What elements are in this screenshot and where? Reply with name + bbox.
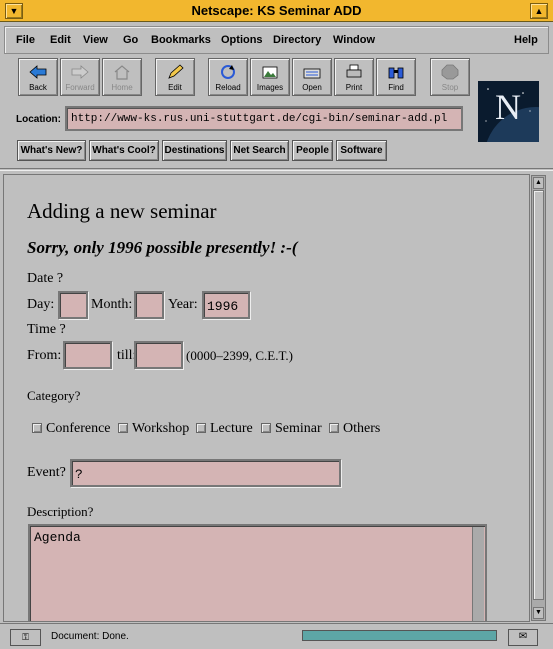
open-icon (293, 62, 331, 82)
back-button[interactable]: Back (18, 58, 58, 96)
home-icon (103, 62, 141, 82)
window-title-bar[interactable]: ▼ Netscape: KS Seminar ADD ▲ (0, 0, 553, 22)
forward-label: Forward (65, 83, 95, 92)
conference-label: Conference (46, 421, 111, 436)
conference-checkbox[interactable] (32, 423, 42, 433)
menu-bar: File Edit View Go Bookmarks Options Dire… (4, 26, 549, 54)
till-time-input[interactable] (134, 341, 183, 369)
location-url-field[interactable]: http://www-ks.rus.uni-stuttgart.de/cgi-b… (65, 106, 463, 131)
images-icon (251, 62, 289, 82)
menu-edit[interactable]: Edit (50, 34, 71, 46)
software-button[interactable]: Software (336, 140, 387, 161)
description-text: Agenda (34, 530, 81, 545)
location-label: Location: (16, 114, 61, 125)
stop-label: Stop (441, 83, 459, 92)
security-key-icon[interactable]: ⚿ (10, 629, 41, 646)
lecture-checkbox[interactable] (196, 423, 206, 433)
stop-icon (431, 62, 469, 82)
whats-cool-button[interactable]: What's Cool? (89, 140, 159, 161)
window-title: Netscape: KS Seminar ADD (191, 3, 362, 18)
from-time-input[interactable] (63, 341, 112, 369)
mail-icon[interactable]: ✉ (508, 629, 538, 646)
day-input[interactable] (58, 291, 88, 319)
edit-label: Edit (168, 83, 182, 92)
menu-help[interactable]: Help (514, 34, 538, 46)
net-search-button[interactable]: Net Search (230, 140, 289, 161)
time-format-hint: (0000–2399, C.E.T.) (186, 348, 293, 363)
others-checkbox[interactable] (329, 423, 339, 433)
menu-directory[interactable]: Directory (273, 34, 321, 46)
menu-file[interactable]: File (16, 34, 35, 46)
status-text: Document: Done. (51, 631, 129, 642)
netscape-logo[interactable]: N (478, 81, 539, 142)
printer-icon (335, 62, 373, 82)
scroll-thumb[interactable] (533, 190, 544, 600)
time-label: Time ? (27, 322, 66, 337)
page-subheading: Sorry, only 1996 possible presently! :-( (27, 238, 298, 257)
date-label: Date ? (27, 271, 64, 286)
logo-letter: N (495, 87, 521, 127)
back-label: Back (29, 83, 47, 92)
maximize-button[interactable]: ▲ (530, 3, 548, 19)
page-vertical-scrollbar[interactable]: ▲ ▼ (531, 175, 546, 621)
workshop-label: Workshop (132, 421, 190, 436)
year-input[interactable]: 1996 (202, 291, 250, 319)
open-button[interactable]: Open (292, 58, 332, 96)
seminar-checkbox[interactable] (261, 423, 271, 433)
page-heading: Adding a new seminar (27, 199, 217, 223)
pencil-icon (156, 62, 194, 82)
from-label: From: (27, 348, 62, 363)
status-bar: ⚿ Document: Done. ✉ (0, 623, 553, 649)
description-label: Description? (27, 504, 94, 519)
stop-button[interactable]: Stop (430, 58, 470, 96)
day-label: Day: (27, 297, 55, 312)
progress-bar (302, 630, 497, 641)
open-label: Open (302, 83, 322, 92)
lecture-label: Lecture (210, 421, 253, 436)
event-label: Event? (27, 465, 66, 480)
print-label: Print (345, 83, 363, 92)
forward-button[interactable]: Forward (60, 58, 100, 96)
forward-arrow-icon (61, 62, 99, 82)
back-arrow-icon (19, 62, 57, 82)
seminar-label: Seminar (275, 421, 322, 436)
category-label: Category? (27, 388, 81, 403)
find-button[interactable]: Find (376, 58, 416, 96)
edit-button[interactable]: Edit (155, 58, 195, 96)
menu-options[interactable]: Options (221, 34, 263, 46)
menu-go[interactable]: Go (123, 34, 138, 46)
whats-new-button[interactable]: What's New? (17, 140, 86, 161)
event-input[interactable]: ? (70, 459, 341, 487)
workshop-checkbox[interactable] (118, 423, 128, 433)
toolbar-separator (0, 168, 553, 171)
people-button[interactable]: People (292, 140, 333, 161)
month-label: Month: (91, 297, 133, 312)
menu-window[interactable]: Window (333, 34, 375, 46)
page-content: Adding a new seminar Sorry, only 1996 po… (3, 174, 530, 622)
description-textarea[interactable]: Agenda (28, 524, 487, 621)
print-button[interactable]: Print (334, 58, 374, 96)
menu-bookmarks[interactable]: Bookmarks (151, 34, 211, 46)
reload-label: Reload (215, 83, 241, 92)
home-button[interactable]: Home (102, 58, 142, 96)
scroll-up-icon[interactable]: ▲ (533, 177, 544, 189)
others-label: Others (343, 421, 381, 436)
description-scrollbar[interactable] (472, 527, 484, 621)
find-label: Find (388, 83, 404, 92)
images-button[interactable]: Images (250, 58, 290, 96)
scroll-down-icon[interactable]: ▼ (533, 607, 544, 619)
year-label: Year: (168, 297, 198, 312)
destinations-button[interactable]: Destinations (162, 140, 227, 161)
home-label: Home (111, 83, 133, 92)
menu-view[interactable]: View (83, 34, 108, 46)
reload-icon (209, 62, 247, 82)
binoculars-icon (377, 62, 415, 82)
month-input[interactable] (134, 291, 164, 319)
images-label: Images (256, 83, 284, 92)
reload-button[interactable]: Reload (208, 58, 248, 96)
